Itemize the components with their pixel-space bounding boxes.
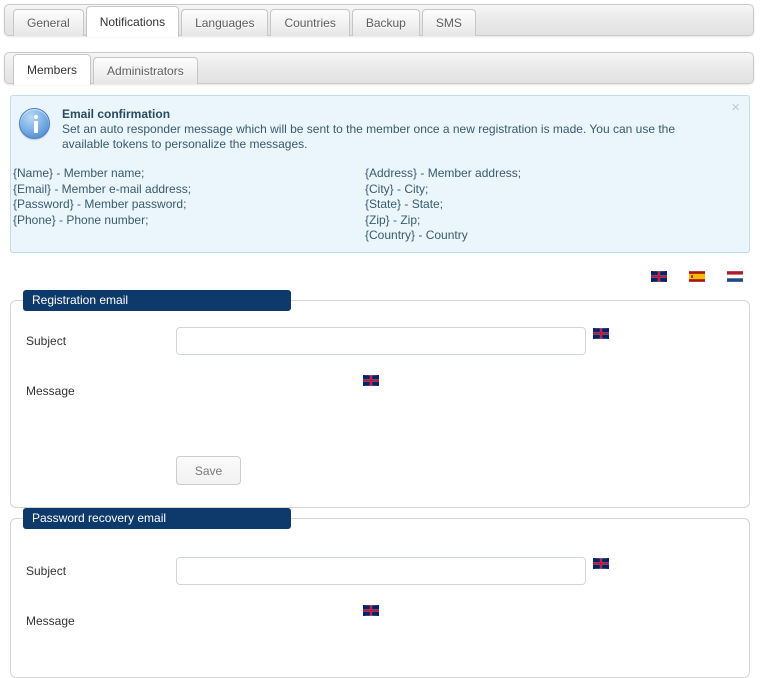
registration-email-legend: Registration email xyxy=(23,290,291,311)
registration-email-panel: Registration email Subject Message Save xyxy=(10,290,750,508)
recovery-subject-input[interactable] xyxy=(176,557,586,585)
primary-tabs: General Notifications Languages Countrie… xyxy=(13,5,478,37)
registration-save-button[interactable]: Save xyxy=(176,456,241,485)
tab-administrators[interactable]: Administrators xyxy=(93,57,198,84)
token-column-right: {Address} - Member address; {City} - Cit… xyxy=(365,166,717,244)
token-name: {Name} - Member name; xyxy=(13,166,145,180)
flag-netherlands-icon[interactable] xyxy=(727,271,743,282)
flag-united-kingdom-icon[interactable] xyxy=(651,271,667,282)
flag-spain-icon[interactable] xyxy=(689,271,705,282)
recovery-message-flag-united-kingdom-icon[interactable] xyxy=(363,605,379,616)
token-state: {State} - State; xyxy=(365,197,444,211)
password-recovery-email-panel: Password recovery email Subject Message xyxy=(10,508,750,678)
token-password: {Password} - Member password; xyxy=(13,197,187,211)
token-column-left: {Name} - Member name; {Email} - Member e… xyxy=(13,166,365,244)
tab-sms[interactable]: SMS xyxy=(421,9,476,36)
registration-message-label: Message xyxy=(26,384,75,398)
registration-message-flag-united-kingdom-icon[interactable] xyxy=(363,375,379,386)
notice-title: Email confirmation xyxy=(62,107,171,121)
token-city: {City} - City; xyxy=(365,181,429,196)
tab-general[interactable]: General xyxy=(13,9,84,36)
registration-subject-label: Subject xyxy=(26,334,67,348)
recovery-subject-label: Subject xyxy=(26,564,67,578)
token-phone: {Phone} - Phone number; xyxy=(13,212,149,227)
language-flag-strip xyxy=(651,271,743,282)
close-icon[interactable]: × xyxy=(731,100,740,115)
recovery-subject-flag-united-kingdom-icon[interactable] xyxy=(593,558,609,569)
tab-members[interactable]: Members xyxy=(13,54,92,85)
token-zip: {Zip} - Zip; xyxy=(365,212,421,227)
token-country: {Country} - Country xyxy=(365,228,468,242)
password-recovery-email-legend: Password recovery email xyxy=(23,508,291,529)
token-email: {Email} - Member e-mail address; xyxy=(13,181,192,196)
registration-subject-flag-united-kingdom-icon[interactable] xyxy=(593,328,609,339)
tab-notifications[interactable]: Notifications xyxy=(85,6,180,37)
secondary-tabs: Members Administrators xyxy=(13,53,200,85)
primary-tab-bar: General Notifications Languages Countrie… xyxy=(4,4,754,37)
recovery-message-label: Message xyxy=(26,614,75,628)
tab-languages[interactable]: Languages xyxy=(181,9,269,36)
notice-body: Set an auto responder message which will… xyxy=(62,122,676,151)
token-address: {Address} - Member address; xyxy=(365,166,522,180)
token-reference: {Name} - Member name; {Email} - Member e… xyxy=(13,166,728,244)
registration-subject-input[interactable] xyxy=(176,327,586,355)
tab-backup[interactable]: Backup xyxy=(351,9,420,36)
tab-countries[interactable]: Countries xyxy=(270,9,350,36)
info-icon xyxy=(19,108,50,139)
secondary-tab-bar: Members Administrators xyxy=(4,52,754,85)
